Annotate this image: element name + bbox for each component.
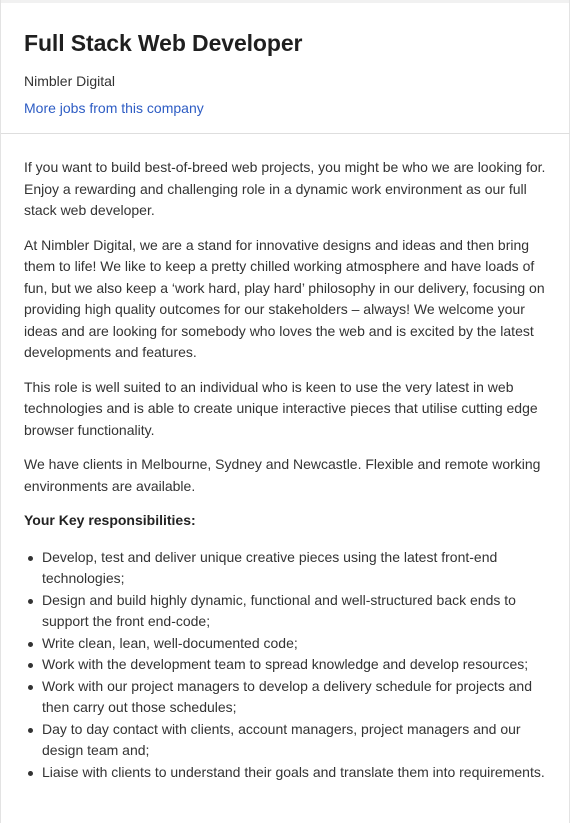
more-jobs-link[interactable]: More jobs from this company <box>24 100 204 116</box>
responsibility-item: Work with our project managers to develo… <box>24 676 554 719</box>
responsibility-item: Write clean, lean, well-documented code; <box>24 633 554 655</box>
job-title: Full Stack Web Developer <box>24 30 303 56</box>
description-paragraph: This role is well suited to an individua… <box>24 378 538 438</box>
job-header: Full Stack Web Developer Nimbler Digital… <box>1 0 570 134</box>
description-paragraph: At Nimbler Digital, we are a stand for i… <box>24 236 545 361</box>
job-detail-panel: Full Stack Web Developer Nimbler Digital… <box>0 0 570 823</box>
company-name: Nimbler Digital <box>24 73 116 89</box>
responsibilities-heading: Your Key responsibilities: <box>24 512 196 528</box>
responsibility-item: Liaise with clients to understand their … <box>24 762 554 784</box>
responsibility-item: Day to day contact with clients, account… <box>24 719 554 762</box>
description-paragraph: If you want to build best-of-breed web p… <box>24 159 546 218</box>
description-paragraph: We have clients in Melbourne, Sydney and… <box>24 456 541 494</box>
responsibility-item: Develop, test and deliver unique creativ… <box>24 547 554 590</box>
responsibilities-list: Develop, test and deliver unique creativ… <box>24 547 554 784</box>
responsibility-item: Design and build highly dynamic, functio… <box>24 590 554 633</box>
responsibility-item: Work with the development team to spread… <box>24 654 554 676</box>
job-description: If you want to build best-of-breed web p… <box>24 157 554 783</box>
